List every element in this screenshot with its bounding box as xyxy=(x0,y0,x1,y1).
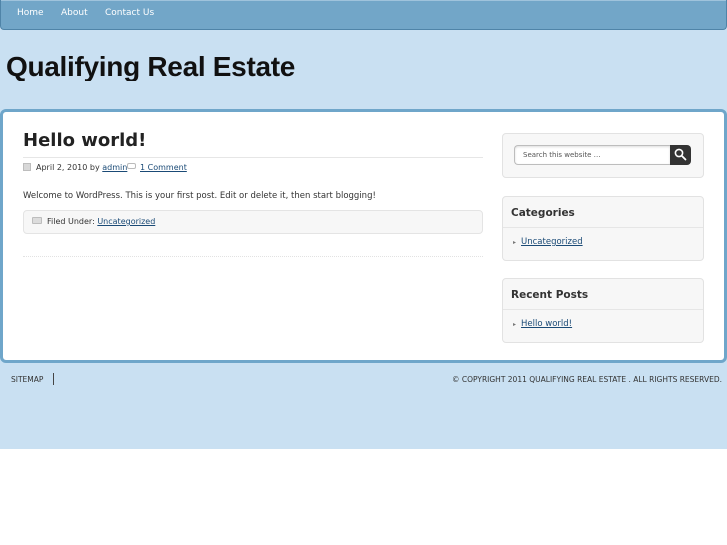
bullet-icon: ▸ xyxy=(513,321,517,328)
comments-link[interactable]: 1 Comment xyxy=(140,163,187,172)
comment-icon xyxy=(127,163,136,169)
top-navigation: Home About Contact Us xyxy=(0,0,727,30)
footer-separator xyxy=(53,373,54,385)
folder-icon xyxy=(32,217,42,224)
recent-posts-widget: Recent Posts ▸ Hello world! xyxy=(502,278,704,343)
nav-contact-link[interactable]: Contact Us xyxy=(105,8,154,18)
content-wrap: Hello world! April 2, 2010 by admin 1 Co… xyxy=(0,109,727,363)
copyright-text: © COPYRIGHT 2011 QUALIFYING REAL ESTATE … xyxy=(451,375,722,384)
post-title[interactable]: Hello world! xyxy=(23,130,146,151)
calendar-icon xyxy=(23,163,31,171)
post-divider xyxy=(23,256,483,257)
post-by-text: by xyxy=(89,163,100,172)
bullet-icon: ▸ xyxy=(513,239,517,246)
nav-about-link[interactable]: About xyxy=(61,8,88,18)
search-input[interactable] xyxy=(514,145,670,165)
post-body: Welcome to WordPress. This is your first… xyxy=(23,191,376,201)
post-date: April 2, 2010 by admin xyxy=(36,163,127,172)
recent-posts-title: Recent Posts xyxy=(511,289,589,301)
post-categories-box: Filed Under: Uncategorized xyxy=(23,210,483,234)
recent-post-hello-world-link[interactable]: Hello world! xyxy=(521,319,572,329)
category-list-item: ▸ Uncategorized xyxy=(513,237,583,247)
filed-under: Filed Under: Uncategorized xyxy=(47,217,155,226)
category-link[interactable]: Uncategorized xyxy=(97,217,155,226)
categories-widget: Categories ▸ Uncategorized xyxy=(502,196,704,261)
widget-divider xyxy=(503,309,703,310)
post-date-text: April 2, 2010 xyxy=(36,163,88,172)
search-icon xyxy=(674,148,687,161)
category-uncategorized-link[interactable]: Uncategorized xyxy=(521,237,583,247)
author-link[interactable]: admin xyxy=(102,163,127,172)
sitemap-link[interactable]: SITEMAP xyxy=(11,375,43,384)
recent-post-list-item: ▸ Hello world! xyxy=(513,319,572,329)
filed-under-label: Filed Under: xyxy=(47,217,95,226)
site-title[interactable]: Qualifying Real Estate xyxy=(6,50,295,81)
post-meta: April 2, 2010 by admin 1 Comment xyxy=(23,157,483,174)
categories-title: Categories xyxy=(511,207,575,219)
search-widget xyxy=(502,133,704,178)
widget-divider xyxy=(503,227,703,228)
nav-home-link[interactable]: Home xyxy=(17,8,44,18)
search-button[interactable] xyxy=(670,145,691,165)
